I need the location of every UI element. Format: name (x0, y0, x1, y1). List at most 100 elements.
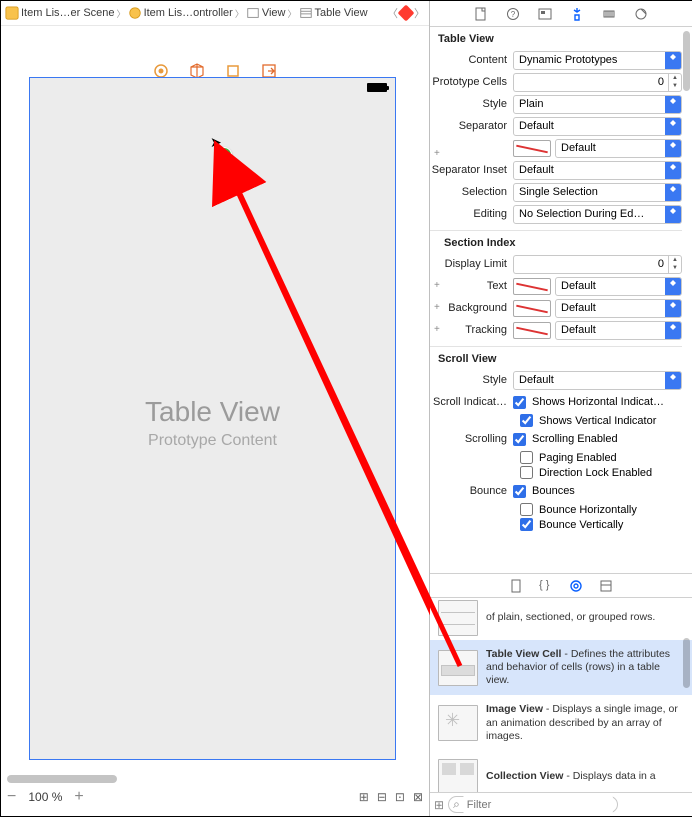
bounce-label: Bounce (430, 485, 513, 497)
add-background-icon[interactable]: + (434, 302, 440, 313)
scrolling-label: Scrolling (430, 433, 513, 445)
shows-horizontal-label: Shows Horizontal Indicat… (532, 396, 664, 408)
inspector-vertical-scrollbar[interactable] (683, 31, 690, 91)
breadcrumb-label: Table View (315, 7, 368, 19)
breadcrumb-item-tableview[interactable]: Table View (299, 6, 368, 20)
tracking-label: Tracking (465, 324, 507, 336)
tracking-color-well[interactable] (513, 322, 551, 339)
bounce-vertically-checkbox[interactable] (520, 518, 533, 531)
scrollview-style-select[interactable]: Default (513, 371, 682, 390)
library-item-text: Collection View - Displays data in a (486, 770, 656, 783)
attributes-inspector-tab-icon[interactable] (570, 7, 584, 21)
editing-label: Editing (430, 208, 513, 220)
background-color-select[interactable]: Default (555, 299, 682, 318)
forward-icon[interactable]: 〉 (414, 5, 425, 21)
library-tab-bar: { } (430, 573, 692, 597)
style-label: Style (430, 98, 513, 110)
connections-inspector-tab-icon[interactable] (634, 7, 648, 21)
breadcrumb-item-controller[interactable]: Item Lis…ontroller (128, 6, 233, 20)
tableview-icon (299, 6, 313, 20)
zoom-out-button[interactable]: − (7, 788, 16, 806)
shows-horizontal-checkbox[interactable] (513, 396, 526, 409)
scrolling-enabled-checkbox[interactable] (513, 433, 526, 446)
add-tracking-icon[interactable]: + (434, 324, 440, 335)
text-color-well[interactable] (513, 278, 551, 295)
library-item-text: Image View - Displays a single image, or… (486, 703, 684, 742)
status-bar (30, 78, 395, 96)
background-color-well[interactable] (513, 300, 551, 317)
resolve-icon[interactable]: ⊡ (395, 790, 405, 804)
selection-label: Selection (430, 186, 513, 198)
direction-lock-checkbox[interactable] (520, 466, 533, 479)
canvas-pane: Item Lis…er Scene 〉 Item Lis…ontroller 〉… (1, 1, 430, 816)
library-item-collectionview[interactable]: Collection View - Displays data in a (430, 751, 692, 792)
display-limit-stepper[interactable]: ▲▼ (513, 255, 682, 274)
scrollview-style-label: Style (430, 374, 513, 386)
selection-select[interactable]: Single Selection (513, 183, 682, 202)
imageview-thumb-icon (438, 705, 478, 741)
pin-icon[interactable]: ⊟ (377, 790, 387, 804)
device-frame[interactable]: Table View Prototype Content (29, 77, 396, 760)
editing-select[interactable]: No Selection During Ed… (513, 205, 682, 224)
error-diamond-icon[interactable] (398, 5, 415, 22)
style-select[interactable]: Plain (513, 95, 682, 114)
separator-inset-select[interactable]: Default (513, 161, 682, 180)
section-title-sectionindex: Section Index (430, 231, 682, 253)
bounces-label: Bounces (532, 485, 575, 497)
size-inspector-tab-icon[interactable] (602, 7, 616, 21)
bounce-vertically-label: Bounce Vertically (539, 519, 623, 531)
tracking-color-select[interactable]: Default (555, 321, 682, 340)
separator-inset-label: Separator Inset (430, 164, 513, 176)
prototype-cells-label: Prototype Cells (430, 76, 513, 88)
breadcrumb: Item Lis…er Scene 〉 Item Lis…ontroller 〉… (1, 1, 429, 26)
align-icon[interactable]: ⊞ (359, 790, 369, 804)
text-color-select[interactable]: Default (555, 277, 682, 296)
code-snippet-tab-icon[interactable]: { } (539, 579, 553, 593)
background-label: Background (448, 302, 507, 314)
chevron-icon: 〉 (288, 7, 297, 20)
library-item-tableviewcell[interactable]: Table View Cell - Defines the attributes… (430, 640, 692, 695)
svg-text:?: ? (511, 10, 516, 19)
file-inspector-tab-icon[interactable] (474, 7, 488, 21)
separator-label: Separator (430, 120, 513, 132)
object-library[interactable]: of plain, sectioned, or grouped rows. Ta… (430, 597, 692, 792)
separator-color-select[interactable]: Default (555, 139, 682, 158)
library-filter-bar: ⊞ ⌕ (430, 792, 692, 816)
paging-enabled-checkbox[interactable] (520, 451, 533, 464)
text-label: Text (487, 280, 507, 292)
add-separator-icon[interactable]: + (434, 148, 440, 159)
bounce-horizontally-label: Bounce Horizontally (539, 504, 637, 516)
library-item-text: of plain, sectioned, or grouped rows. (486, 611, 655, 624)
identity-inspector-tab-icon[interactable] (538, 7, 552, 21)
inspector-body[interactable]: Table View Content Dynamic Prototypes Pr… (430, 27, 692, 573)
bounce-horizontally-checkbox[interactable] (520, 503, 533, 516)
shows-vertical-checkbox[interactable] (520, 414, 533, 427)
view-icon (246, 6, 260, 20)
library-grid-view-icon[interactable]: ⊞ (434, 798, 444, 812)
direction-lock-label: Direction Lock Enabled (539, 467, 652, 479)
help-inspector-tab-icon[interactable]: ? (506, 7, 520, 21)
prototype-cells-stepper[interactable]: ▲▼ (513, 73, 682, 92)
breadcrumb-label: Item Lis…ontroller (144, 7, 233, 19)
file-template-tab-icon[interactable] (509, 579, 523, 593)
separator-color-well[interactable] (513, 140, 551, 157)
zoom-value[interactable]: 100 % (28, 790, 62, 804)
zoom-in-button[interactable]: + (74, 788, 83, 806)
object-library-tab-icon[interactable] (569, 579, 583, 593)
back-icon[interactable]: 〈 (387, 5, 398, 21)
breadcrumb-item-scene[interactable]: Item Lis…er Scene (5, 6, 115, 20)
library-item-text: Table View Cell - Defines the attributes… (486, 648, 684, 687)
embed-icon[interactable]: ⊠ (413, 790, 423, 804)
bounces-checkbox[interactable] (513, 485, 526, 498)
library-item-imageview[interactable]: Image View - Displays a single image, or… (430, 695, 692, 750)
library-vertical-scrollbar[interactable] (683, 638, 690, 688)
media-library-tab-icon[interactable] (599, 579, 613, 593)
library-item-tableview[interactable]: of plain, sectioned, or grouped rows. (430, 598, 692, 640)
content-select[interactable]: Dynamic Prototypes (513, 51, 682, 70)
separator-select[interactable]: Default (513, 117, 682, 136)
library-filter-input[interactable] (463, 795, 613, 814)
canvas-bottom-bar: − 100 % + ⊞ ⊟ ⊡ ⊠ (7, 782, 423, 812)
display-limit-label: Display Limit (430, 258, 513, 270)
add-text-icon[interactable]: + (434, 280, 440, 291)
breadcrumb-item-view[interactable]: View (246, 6, 286, 20)
